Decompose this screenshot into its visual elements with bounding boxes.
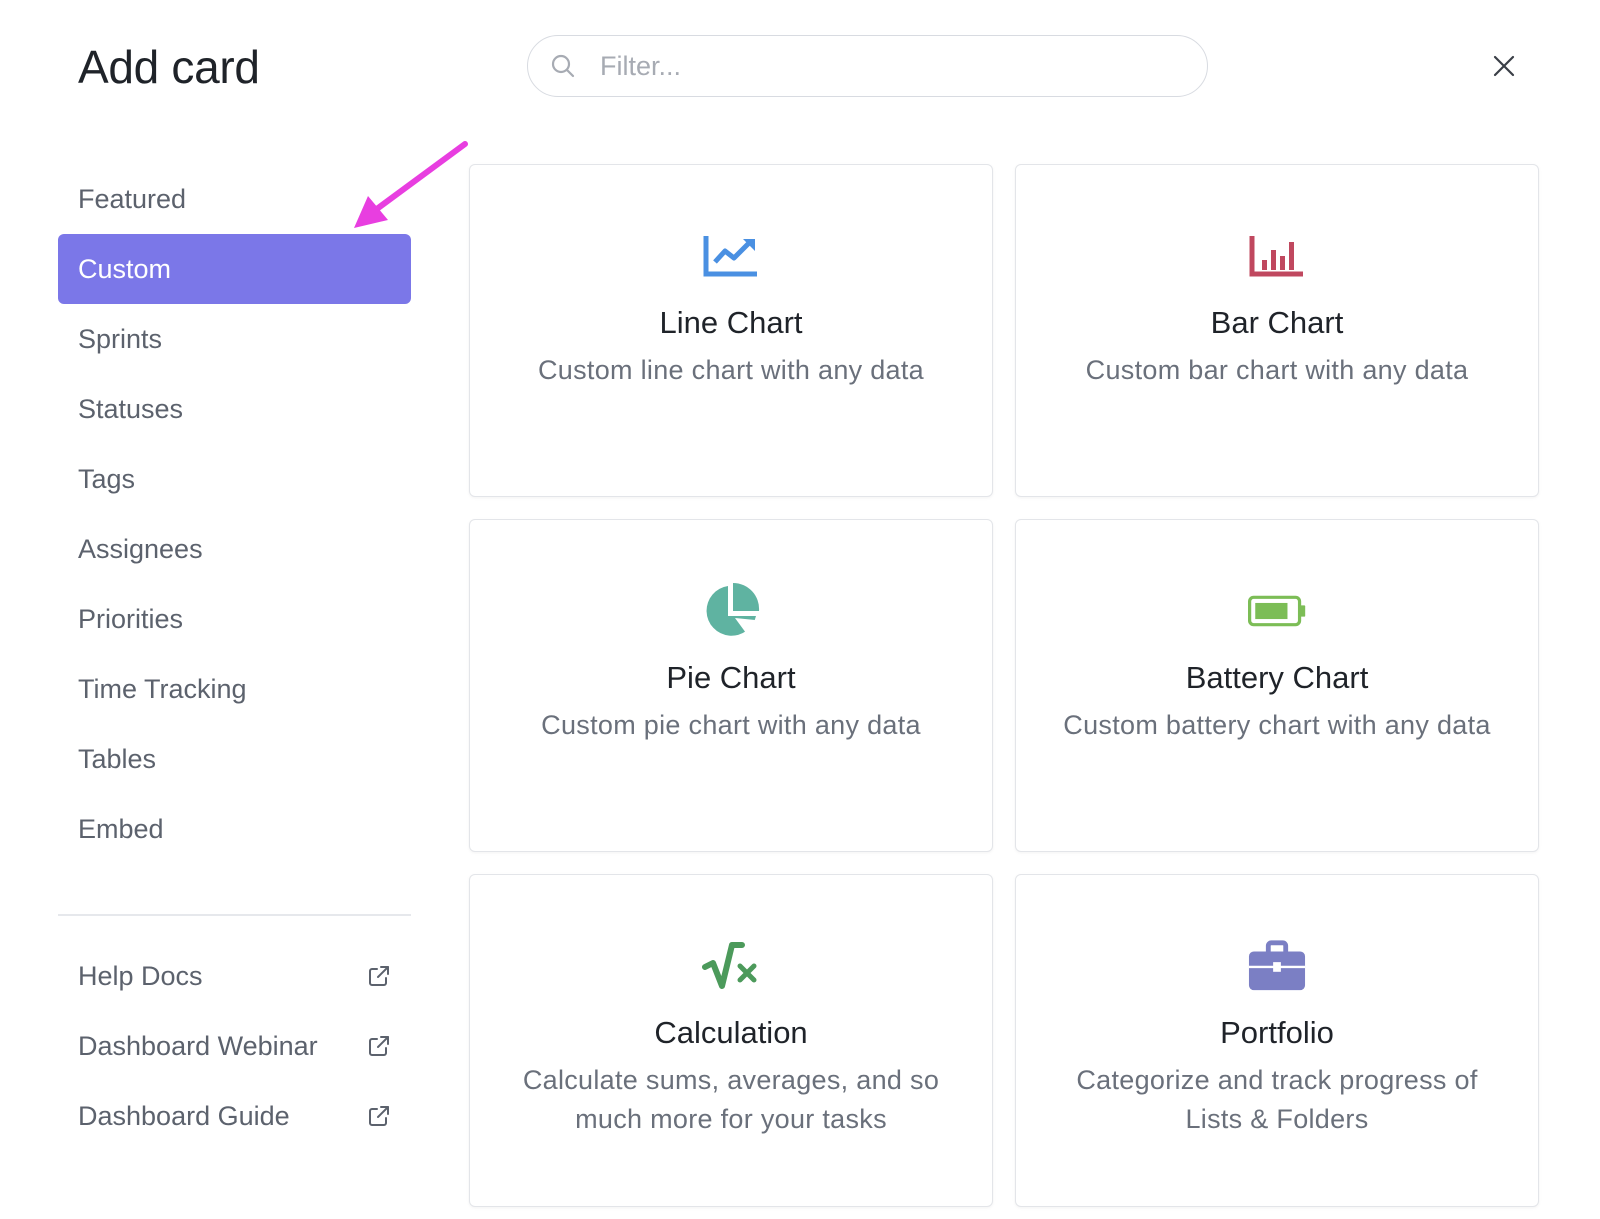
calculation-card[interactable]: Calculation Calculate sums, averages, an… (469, 874, 993, 1207)
line-chart-card[interactable]: Line Chart Custom line chart with any da… (469, 164, 993, 497)
annotation-arrow-icon (354, 141, 468, 228)
search-icon (550, 53, 576, 79)
card-grid: Line Chart Custom line chart with any da… (469, 164, 1539, 1207)
external-link-icon (367, 1034, 391, 1058)
bar-chart-card[interactable]: Bar Chart Custom bar chart with any data (1015, 164, 1539, 497)
dashboard-guide-link[interactable]: Dashboard Guide (58, 1081, 411, 1151)
card-title: Line Chart (659, 305, 803, 340)
line-chart-icon (702, 227, 760, 285)
battery-chart-icon (1248, 582, 1306, 640)
link-label: Help Docs (78, 960, 203, 991)
card-description: Custom pie chart with any data (541, 710, 921, 740)
sidebar-item-tables[interactable]: Tables (58, 724, 411, 794)
pie-chart-card[interactable]: Pie Chart Custom pie chart with any data (469, 519, 993, 852)
bar-chart-icon (1248, 227, 1306, 285)
sidebar-item-priorities[interactable]: Priorities (58, 584, 411, 654)
card-description: Custom battery chart with any data (1063, 710, 1491, 740)
card-title: Bar Chart (1210, 305, 1344, 340)
sidebar-item-assignees[interactable]: Assignees (58, 514, 411, 584)
dashboard-webinar-link[interactable]: Dashboard Webinar (58, 1011, 411, 1081)
portfolio-icon (1248, 937, 1306, 995)
card-description: Custom line chart with any data (538, 355, 924, 385)
battery-chart-card[interactable]: Battery Chart Custom battery chart with … (1015, 519, 1539, 852)
add-card-dialog: Add card Featured Custom Sprints Statuse… (0, 0, 1600, 1219)
sidebar-item-statuses[interactable]: Statuses (58, 374, 411, 444)
filter-search-box[interactable] (527, 35, 1208, 97)
card-title: Calculation (654, 1015, 808, 1050)
close-button[interactable] (1488, 50, 1520, 82)
card-description: Custom bar chart with any data (1085, 355, 1469, 385)
sidebar-item-tags[interactable]: Tags (58, 444, 411, 514)
help-docs-link[interactable]: Help Docs (58, 941, 411, 1011)
link-label: Dashboard Guide (78, 1100, 290, 1131)
card-title: Portfolio (1220, 1015, 1334, 1050)
close-icon (1493, 55, 1515, 77)
sidebar-item-embed[interactable]: Embed (58, 794, 411, 864)
sidebar-item-time-tracking[interactable]: Time Tracking (58, 654, 411, 724)
card-description: Calculate sums, averages, and so much mo… (522, 1065, 940, 1134)
pie-chart-icon (702, 582, 760, 640)
category-sidebar: Featured Custom Sprints Statuses Tags As… (58, 164, 411, 1151)
link-label: Dashboard Webinar (78, 1030, 318, 1061)
dialog-title: Add card (78, 41, 260, 93)
sidebar-item-custom[interactable]: Custom (58, 234, 411, 304)
card-description: Categorize and track progress of Lists &… (1076, 1065, 1478, 1134)
external-link-icon (367, 1104, 391, 1128)
sidebar-divider (58, 914, 411, 916)
portfolio-card[interactable]: Portfolio Categorize and track progress … (1015, 874, 1539, 1207)
sidebar-item-sprints[interactable]: Sprints (58, 304, 411, 374)
calculation-icon (702, 937, 760, 995)
filter-input[interactable] (600, 50, 1160, 82)
card-title: Battery Chart (1185, 660, 1369, 695)
external-link-icon (367, 964, 391, 988)
card-title: Pie Chart (666, 660, 796, 695)
